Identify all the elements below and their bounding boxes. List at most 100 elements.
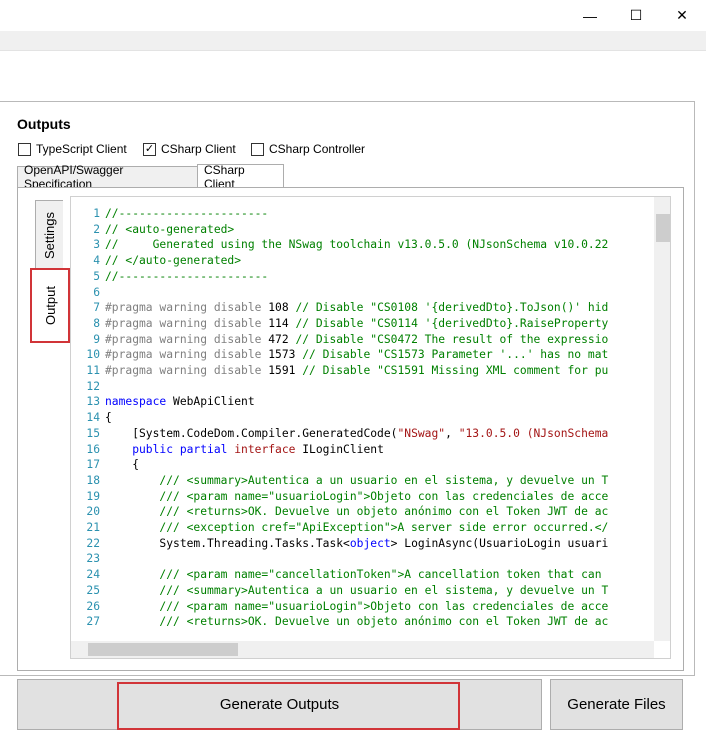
checkbox-csharp-client[interactable]: ✓ CSharp Client [143, 141, 236, 157]
checkbox-box-checked[interactable]: ✓ [143, 142, 156, 156]
code-token: /// <summary>Autentica a un usuario en e… [105, 583, 609, 597]
code-token: [System.CodeDom.Compiler.GeneratedCode( [105, 426, 398, 440]
outputs-title: Outputs [17, 116, 71, 132]
code-line: // </auto-generated> [105, 253, 241, 269]
code-token: /// <returns>OK. Devuelve un objeto anón… [105, 505, 609, 519]
generate-outputs-button[interactable]: Generate Outputs [17, 679, 542, 730]
line-number: 8 [93, 316, 100, 330]
line-number: 14 [86, 411, 100, 425]
code-token: 1591 [268, 364, 303, 377]
generate-files-button[interactable]: Generate Files [550, 679, 683, 730]
code-line: /// <param name="cancellationToken">A ca… [105, 567, 602, 583]
code-line: System.Threading.Tasks.Task<object> Logi… [105, 536, 608, 552]
line-number: 16 [86, 442, 100, 456]
code-line: /// <exception cref="ApiException">A ser… [105, 520, 608, 536]
line-number: 7 [93, 301, 100, 315]
side-tab-settings[interactable]: Settings [35, 200, 63, 270]
tab-csharp-client[interactable]: CSharp Client [197, 163, 284, 191]
code-token: WebApiClient [173, 395, 255, 409]
code-line: { [105, 457, 139, 473]
code-token: 114 [268, 316, 296, 330]
side-tab-output[interactable]: Output [30, 268, 70, 343]
checkmark-icon: ✓ [144, 142, 155, 155]
code-line: //---------------------- [105, 206, 268, 222]
code-token: /// <returns>OK. Devuelve un objeto anón… [105, 615, 609, 629]
code-line: public partial interface ILoginClient [105, 442, 384, 458]
line-number: 9 [93, 332, 100, 346]
code-line: #pragma warning disable 108 // Disable "… [105, 300, 608, 316]
checkbox-label: TypeScript Client [36, 142, 127, 156]
code-token: "13.0.5.0 (NJsonSchema [458, 426, 609, 440]
code-token: // Disable "CS0108 '{derivedDto}.ToJson(… [295, 301, 609, 315]
line-number: 17 [86, 458, 100, 472]
code-token: // Generated using the NSwag toolchain v… [105, 238, 609, 252]
code-line: // Generated using the NSwag toolchain v… [105, 237, 608, 253]
checkbox-typescript-client[interactable]: TypeScript Client [18, 141, 127, 157]
code-token: /// <exception cref="ApiException">A ser… [105, 521, 609, 534]
code-token: System.Threading.Tasks.Task< [105, 536, 350, 550]
line-number: 21 [86, 521, 100, 534]
code-token: "NSwag" [397, 426, 446, 440]
code-token: interface [234, 442, 303, 456]
code-token: // <auto-generated> [105, 222, 235, 236]
tab-openapi-swagger-specification[interactable]: OpenAPI/Swagger Specification [17, 163, 198, 191]
line-number: 11 [86, 364, 100, 377]
code-line: { [105, 410, 112, 426]
code-line: [System.CodeDom.Compiler.GeneratedCode("… [105, 426, 608, 442]
code-token: // </auto-generated> [105, 254, 242, 268]
code-token: // Disable "CS1573 Parameter '...' has n… [302, 348, 609, 362]
line-number: 2 [93, 222, 100, 236]
line-number: 3 [93, 238, 100, 252]
line-number: 15 [86, 426, 100, 440]
line-number: 22 [86, 536, 100, 550]
code-token: { [105, 458, 140, 472]
code-line: /// <returns>OK. Devuelve un objeto anón… [105, 504, 608, 520]
side-tab-label: Output [42, 285, 58, 326]
close-icon[interactable]: ✕ [659, 0, 705, 31]
code-token: /// <param name="usuarioLogin">Objeto co… [105, 489, 609, 503]
vertical-scrollbar[interactable] [654, 197, 670, 641]
code-token: #pragma warning disable [105, 348, 269, 362]
line-number: 23 [86, 552, 100, 566]
maximize-icon[interactable]: ☐ [613, 0, 659, 31]
line-number: 19 [86, 489, 100, 503]
line-number: 1 [93, 207, 100, 220]
code-token: namespace [105, 395, 174, 409]
code-line: /// <param name="usuarioLogin">Objeto co… [105, 489, 608, 505]
checkbox-label: CSharp Client [161, 142, 236, 156]
line-number: 25 [86, 583, 100, 597]
code-token: > LoginAsync(UsuarioLogin usuari [390, 536, 609, 550]
checkbox-csharp-controller[interactable]: CSharp Controller [251, 141, 365, 157]
line-number: 4 [93, 254, 100, 268]
code-token: // Disable "CS0114 '{derivedDto}.RaisePr… [295, 316, 609, 330]
code-line: /// <returns>OK. Devuelve un objeto anón… [105, 614, 608, 630]
line-number: 27 [86, 615, 100, 629]
code-token: ILoginClient [302, 442, 384, 456]
code-token: /// <param name="usuarioLogin">Objeto co… [105, 599, 609, 613]
code-line: #pragma warning disable 472 // Disable "… [105, 332, 608, 348]
toolbar-strip [0, 31, 706, 51]
code-content[interactable]: 1 //---------------------- 2 // <auto-gener… [72, 206, 648, 632]
line-number: 18 [86, 473, 100, 487]
code-token: //---------------------- [105, 269, 269, 283]
code-line: /// <summary>Autentica a un usuario en e… [105, 583, 608, 599]
code-token: // Disable "CS0472 The result of the exp… [295, 332, 609, 346]
generate-outputs-label: Generate Outputs [219, 696, 340, 713]
line-number: 10 [86, 348, 100, 362]
code-token: #pragma warning disable [105, 332, 269, 346]
line-number: 24 [86, 568, 100, 582]
generate-files-label: Generate Files [567, 696, 666, 713]
minimize-icon[interactable]: — [567, 0, 613, 31]
horizontal-scrollbar-thumb[interactable] [88, 643, 238, 656]
code-token: public partial [105, 442, 235, 456]
code-line: #pragma warning disable 1591 // Disable … [105, 363, 608, 379]
code-token: /// <param name="cancellationToken">A ca… [105, 568, 602, 582]
line-number: 20 [86, 505, 100, 519]
checkbox-box[interactable] [18, 142, 31, 156]
code-token: 108 [268, 301, 296, 315]
code-token: //---------------------- [105, 207, 269, 220]
vertical-scrollbar-thumb[interactable] [656, 214, 670, 242]
line-number: 12 [86, 379, 100, 393]
checkbox-box[interactable] [251, 142, 264, 156]
code-line: // <auto-generated> [105, 222, 234, 238]
